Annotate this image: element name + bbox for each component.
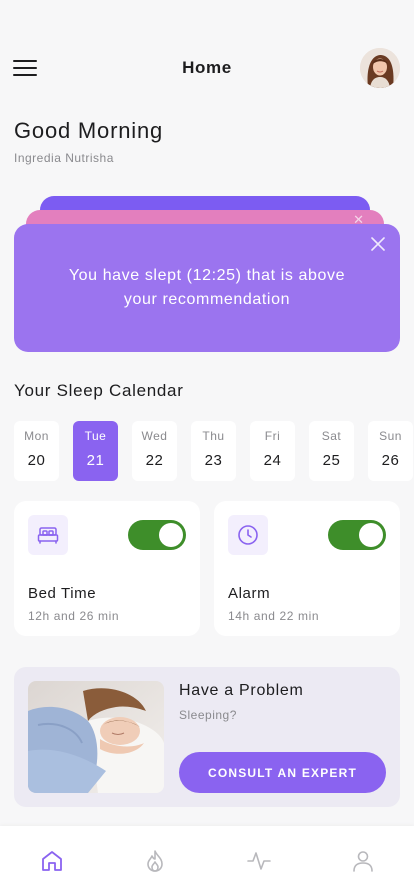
day-wed[interactable]: Wed 22 — [132, 421, 177, 481]
day-sun[interactable]: Sun 26 — [368, 421, 413, 481]
day-name: Fri — [264, 429, 281, 443]
greeting-title: Good Morning — [14, 118, 164, 143]
sleeping-woman-image — [28, 681, 164, 793]
day-date: 23 — [204, 452, 223, 469]
home-icon[interactable] — [39, 848, 65, 874]
bedtime-label: Bed Time — [28, 585, 97, 602]
user-name: Ingredia Nutrisha — [14, 151, 114, 165]
sleep-notification-card: You have slept (12:25) that is above you… — [14, 224, 400, 352]
day-date: 22 — [145, 452, 164, 469]
sleep-calendar-title: Your Sleep Calendar — [14, 381, 184, 400]
bedtime-toggle[interactable] — [128, 520, 186, 550]
day-tue[interactable]: Tue 21 — [73, 421, 118, 481]
day-name: Tue — [84, 429, 107, 443]
alarm-label: Alarm — [228, 585, 271, 602]
day-name: Wed — [141, 429, 168, 443]
day-name: Thu — [202, 429, 225, 443]
profile-icon[interactable] — [350, 848, 376, 874]
day-date: 25 — [322, 452, 341, 469]
day-name: Mon — [24, 429, 49, 443]
user-avatar[interactable] — [360, 48, 400, 88]
day-name: Sat — [321, 429, 342, 443]
day-thu[interactable]: Thu 23 — [191, 421, 236, 481]
consult-expert-card: Have a Problem Sleeping? CONSULT AN EXPE… — [14, 667, 400, 807]
day-date: 26 — [381, 452, 400, 469]
close-icon[interactable] — [368, 234, 388, 254]
consult-expert-button[interactable]: CONSULT AN EXPERT — [179, 752, 386, 793]
day-sat[interactable]: Sat 25 — [309, 421, 354, 481]
alarm-toggle[interactable] — [328, 520, 386, 550]
app-header: Home — [0, 44, 414, 92]
day-date: 20 — [27, 452, 46, 469]
page-title: Home — [182, 58, 232, 77]
problem-subtitle: Sleeping? — [179, 708, 237, 722]
day-date: 24 — [263, 452, 282, 469]
sleep-calendar-days: Mon 20 Tue 21 Wed 22 Thu 23 Fri 24 Sat 2… — [14, 421, 414, 481]
bed-icon — [28, 515, 68, 555]
bedtime-card[interactable]: Bed Time 12h and 26 min — [14, 501, 200, 636]
problem-title: Have a Problem — [179, 682, 304, 699]
alarm-card[interactable]: Alarm 14h and 22 min — [214, 501, 400, 636]
bedtime-value: 12h and 26 min — [28, 609, 120, 623]
day-date: 21 — [86, 452, 105, 469]
clock-icon — [228, 515, 268, 555]
day-fri[interactable]: Fri 24 — [250, 421, 295, 481]
bottom-tab-bar — [0, 826, 414, 896]
day-name: Sun — [379, 429, 402, 443]
alarm-value: 14h and 22 min — [228, 609, 320, 623]
flame-icon[interactable] — [142, 848, 168, 874]
notification-text: You have slept (12:25) that is above you… — [68, 267, 346, 308]
day-mon[interactable]: Mon 20 — [14, 421, 59, 481]
activity-icon[interactable] — [246, 848, 272, 874]
